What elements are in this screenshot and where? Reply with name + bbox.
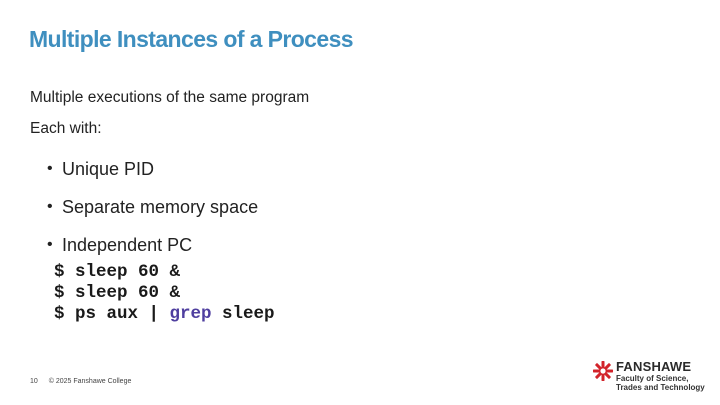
logo-faculty-line: Faculty of Science, [616, 374, 689, 383]
fanshawe-logo: FANSHAWE Faculty of Science, Trades and … [592, 358, 714, 398]
logo-brand: FANSHAWE [616, 359, 692, 374]
bullet-icon: • [47, 160, 53, 177]
bullet-item: • Independent PC [47, 226, 258, 264]
bullet-text: Unique PID [62, 159, 155, 179]
bullet-icon: • [47, 198, 53, 215]
code-text: $ sleep 60 [54, 283, 170, 303]
bullet-text: Independent PC [62, 235, 193, 255]
code-text: $ ps aux | [54, 304, 170, 324]
slide-title: Multiple Instances of a Process [29, 26, 354, 52]
code-keyword: grep [169, 304, 212, 324]
code-operator: & [169, 283, 181, 303]
footer: 10 © 2025 Fanshawe College [30, 378, 131, 385]
code-line: $ ps aux | grep sleep [54, 304, 275, 325]
intro-text: Multiple executions of the same program [30, 89, 310, 106]
code-block: $ sleep 60 & $ sleep 60 & $ ps aux | gre… [54, 262, 275, 325]
code-line: $ sleep 60 & [54, 283, 275, 304]
code-operator: & [169, 262, 181, 282]
code-line: $ sleep 60 & [54, 262, 275, 283]
copyright-text: © 2025 Fanshawe College [48, 378, 132, 385]
code-text: sleep [211, 304, 275, 324]
page-number: 10 [30, 378, 38, 385]
bullet-item: • Unique PID [47, 150, 258, 188]
fanshawe-star-icon [593, 361, 613, 381]
bullet-item: • Separate memory space [47, 188, 258, 226]
slide: Multiple Instances of a Process Multiple… [0, 0, 720, 405]
bullet-text: Separate memory space [62, 197, 259, 217]
each-with-text: Each with: [30, 120, 102, 137]
code-text: $ sleep 60 [54, 262, 170, 282]
logo-faculty: Faculty of Science, Trades and Technolog… [616, 374, 705, 392]
logo-faculty-line: Trades and Technology [616, 383, 705, 392]
bullet-list: • Unique PID • Separate memory space • Inde… [47, 150, 258, 264]
bullet-icon: • [47, 236, 53, 253]
